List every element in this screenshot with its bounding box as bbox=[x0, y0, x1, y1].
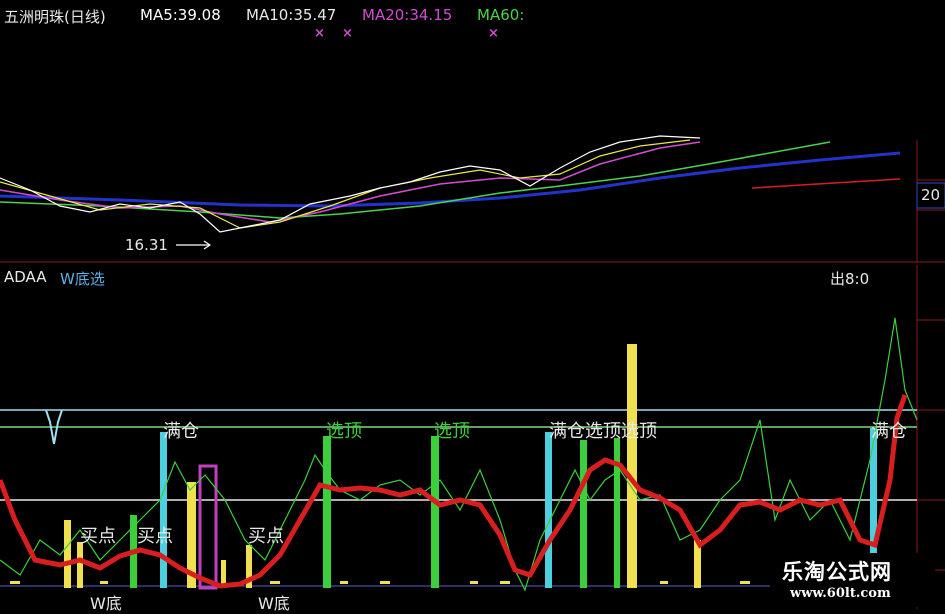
label-select-top: 选顶 bbox=[326, 421, 362, 442]
label-full-position: 满仓 bbox=[871, 421, 907, 442]
label-buy-point: 买点 bbox=[137, 526, 173, 547]
baseline-ticks bbox=[10, 581, 808, 584]
indicator-chart bbox=[0, 265, 945, 609]
green-bar bbox=[323, 436, 331, 588]
green-bar bbox=[431, 436, 439, 588]
indicator-corner-text: 出8:0 bbox=[830, 270, 870, 288]
yellow-bar bbox=[64, 520, 71, 588]
indicator-name: ADAA bbox=[4, 268, 47, 286]
chart-screen: 五洲明珠(日线) MA5:39.08 MA10:35.47 MA20:34.15… bbox=[0, 0, 945, 613]
cyan-bar bbox=[545, 432, 552, 588]
indicator-subtitle: W底选 bbox=[60, 270, 105, 288]
label-full-position: 满仓 bbox=[163, 421, 199, 442]
label-w-bottom: W底 bbox=[90, 594, 122, 613]
green-bar bbox=[580, 440, 587, 588]
yellow-bar bbox=[77, 542, 83, 588]
magenta-bar bbox=[198, 464, 218, 590]
cyan-bar bbox=[160, 432, 167, 588]
label-buy-point: 买点 bbox=[248, 526, 284, 547]
green-bar bbox=[614, 438, 620, 588]
label-w-bottom: W底 bbox=[258, 594, 290, 613]
label-buy-point: 买点 bbox=[80, 526, 116, 547]
watermark-url: www.60lt.com bbox=[790, 586, 891, 601]
yellow-bar bbox=[627, 344, 637, 588]
label-select-top: 选顶 bbox=[434, 421, 470, 442]
label-full-select-top: 满仓选顶选顶 bbox=[549, 421, 657, 442]
watermark-title: 乐淘公式网 bbox=[782, 560, 892, 584]
